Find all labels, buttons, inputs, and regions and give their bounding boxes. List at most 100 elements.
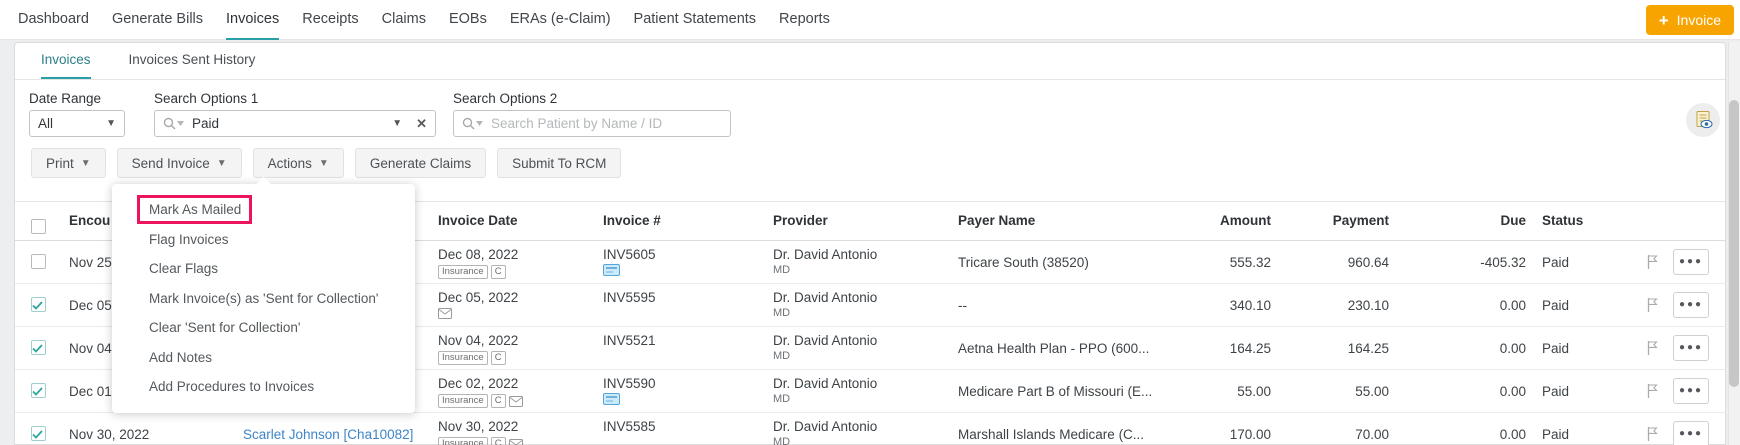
tab-invoices[interactable]: Invoices <box>41 43 91 79</box>
patient-link[interactable]: Scarlet Johnson [Cha10082] <box>243 427 413 442</box>
badge-c: C <box>491 437 506 445</box>
menu-item-mark-invoice-s-as-sent-for-collection[interactable]: Mark Invoice(s) as 'Sent for Collection' <box>112 284 415 314</box>
provider-credential: MD <box>773 306 946 320</box>
view-notes-icon-button[interactable] <box>1686 103 1720 137</box>
menu-item-clear-sent-for-collection[interactable]: Clear 'Sent for Collection' <box>112 313 415 343</box>
menu-item-clear-flags[interactable]: Clear Flags <box>112 254 415 284</box>
header-amount: Amount <box>1191 202 1271 240</box>
row-more-actions-button[interactable]: ●●● <box>1673 292 1709 318</box>
patient-search-input[interactable] <box>491 116 711 131</box>
nav-item-receipts[interactable]: Receipts <box>302 0 358 40</box>
payment-cell: 70.00 <box>1271 413 1389 445</box>
date-range-label: Date Range <box>29 91 101 106</box>
due-cell: 0.00 <box>1389 327 1526 369</box>
invoice-date-cell: Nov 04, 2022InsuranceC <box>426 327 591 369</box>
invoice-date-badges: InsuranceC <box>438 351 591 365</box>
row-select-cell <box>15 327 57 369</box>
generate-claims-button[interactable]: Generate Claims <box>355 148 486 178</box>
flag-toggle[interactable] <box>1646 340 1659 359</box>
provider-name: Dr. David Antonio <box>773 284 946 306</box>
row-more-actions-button[interactable]: ●●● <box>1673 249 1709 275</box>
provider-name: Dr. David Antonio <box>773 241 946 263</box>
menu-item-add-notes[interactable]: Add Notes <box>112 343 415 373</box>
search-options-1-select[interactable]: Paid ▼ ✕ <box>154 110 436 137</box>
check-icon <box>32 387 43 396</box>
invoice-date-text: Nov 30, 2022 <box>438 413 591 435</box>
row-more-actions-button[interactable]: ●●● <box>1673 335 1709 361</box>
row-checkbox[interactable] <box>31 426 46 441</box>
more-cell: ●●● <box>1673 284 1721 326</box>
invoice-sent-indicator <box>603 393 761 408</box>
row-select-cell <box>15 370 57 412</box>
send-invoice-button[interactable]: Send Invoice▼ <box>117 148 242 178</box>
flag-toggle[interactable] <box>1646 297 1659 316</box>
flag-cell <box>1631 413 1673 445</box>
row-checkbox[interactable] <box>31 297 46 312</box>
menu-item-flag-invoices[interactable]: Flag Invoices <box>112 225 415 255</box>
invoice-number-text: INV5585 <box>603 413 761 435</box>
amount-cell: 555.32 <box>1191 241 1271 283</box>
invoice-date-text: Dec 05, 2022 <box>438 284 591 306</box>
row-checkbox[interactable] <box>31 254 46 269</box>
print-button[interactable]: Print▼ <box>31 148 106 178</box>
nav-item-generate-bills[interactable]: Generate Bills <box>112 0 203 40</box>
submit-to-rcm-button[interactable]: Submit To RCM <box>497 148 621 178</box>
flag-icon <box>1646 340 1659 356</box>
invoice-number-text: INV5590 <box>603 370 761 392</box>
invoice-number-cell: INV5521 <box>591 327 761 369</box>
vertical-scrollbar-track[interactable] <box>1728 42 1740 445</box>
flag-toggle[interactable] <box>1646 254 1659 273</box>
provider-cell: Dr. David AntonioMD <box>761 284 946 326</box>
flag-toggle[interactable] <box>1646 383 1659 402</box>
new-invoice-button[interactable]: + Invoice <box>1646 5 1734 35</box>
search-icon <box>163 117 184 130</box>
nav-item-eras-e-claim[interactable]: ERAs (e-Claim) <box>510 0 611 40</box>
row-checkbox[interactable] <box>31 383 46 398</box>
nav-item-patient-statements[interactable]: Patient Statements <box>634 0 757 40</box>
nav-item-claims[interactable]: Claims <box>382 0 426 40</box>
header-invoice-date: Invoice Date <box>426 202 591 240</box>
provider-name: Dr. David Antonio <box>773 413 946 435</box>
row-checkbox[interactable] <box>31 340 46 355</box>
actions-dropdown-menu: Mark As MailedFlag InvoicesClear FlagsMa… <box>112 184 415 413</box>
invoice-number-text: INV5605 <box>603 241 761 263</box>
badge-c: C <box>491 394 506 408</box>
highlighted-menu-item-box: Mark As Mailed <box>137 195 252 224</box>
select-all-checkbox[interactable] <box>31 219 46 234</box>
actions-button[interactable]: Actions▼ <box>253 148 344 178</box>
table-row[interactable]: Nov 30, 2022Scarlet Johnson [Cha10082]No… <box>15 413 1725 445</box>
header-payer-name: Payer Name <box>946 202 1191 240</box>
provider-name: Dr. David Antonio <box>773 327 946 349</box>
mailed-envelope-icon <box>509 396 523 407</box>
nav-item-reports[interactable]: Reports <box>779 0 830 40</box>
nav-item-invoices[interactable]: Invoices <box>226 0 279 40</box>
plus-icon: + <box>1659 12 1669 29</box>
tab-invoices-sent-history[interactable]: Invoices Sent History <box>129 43 256 79</box>
vertical-scrollbar-thumb[interactable] <box>1729 100 1739 387</box>
menu-item-add-procedures-to-invoices[interactable]: Add Procedures to Invoices <box>112 372 415 402</box>
amount-cell: 340.10 <box>1191 284 1271 326</box>
nav-item-eobs[interactable]: EOBs <box>449 0 487 40</box>
panel-tabs: Invoices Invoices Sent History <box>15 43 1725 80</box>
top-navigation-bar: Dashboard Generate Bills Invoices Receipts C… <box>0 0 1740 40</box>
row-more-actions-button[interactable]: ●●● <box>1673 378 1709 404</box>
row-more-actions-button[interactable]: ●●● <box>1673 421 1709 445</box>
provider-credential: MD <box>773 263 946 277</box>
provider-cell: Dr. David AntonioMD <box>761 413 946 445</box>
header-status: Status <box>1526 202 1631 240</box>
invoice-sent-icon <box>603 264 620 276</box>
invoice-date-cell: Dec 08, 2022InsuranceC <box>426 241 591 283</box>
invoice-number-text: INV5595 <box>603 284 761 306</box>
document-eye-icon <box>1692 109 1714 131</box>
date-range-select[interactable]: All ▼ <box>29 110 125 137</box>
nav-items: Dashboard Generate Bills Invoices Receipts C… <box>0 0 1740 40</box>
search-options-2-label: Search Options 2 <box>453 91 557 106</box>
due-cell: 0.00 <box>1389 284 1526 326</box>
menu-item-mark-as-mailed[interactable]: Mark As Mailed <box>112 195 415 225</box>
provider-credential: MD <box>773 349 946 363</box>
clear-filter-icon[interactable]: ✕ <box>416 116 427 132</box>
nav-item-dashboard[interactable]: Dashboard <box>18 0 89 40</box>
flag-toggle[interactable] <box>1646 426 1659 445</box>
new-invoice-label: Invoice <box>1677 12 1721 28</box>
check-icon <box>32 344 43 353</box>
